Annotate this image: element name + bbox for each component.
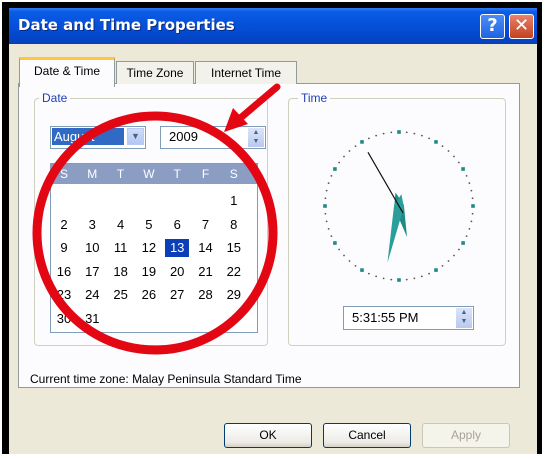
annotation-circle <box>32 111 278 355</box>
tab-date-time[interactable]: Date & Time <box>19 57 115 87</box>
annotation-arrow-shaft <box>234 83 281 124</box>
